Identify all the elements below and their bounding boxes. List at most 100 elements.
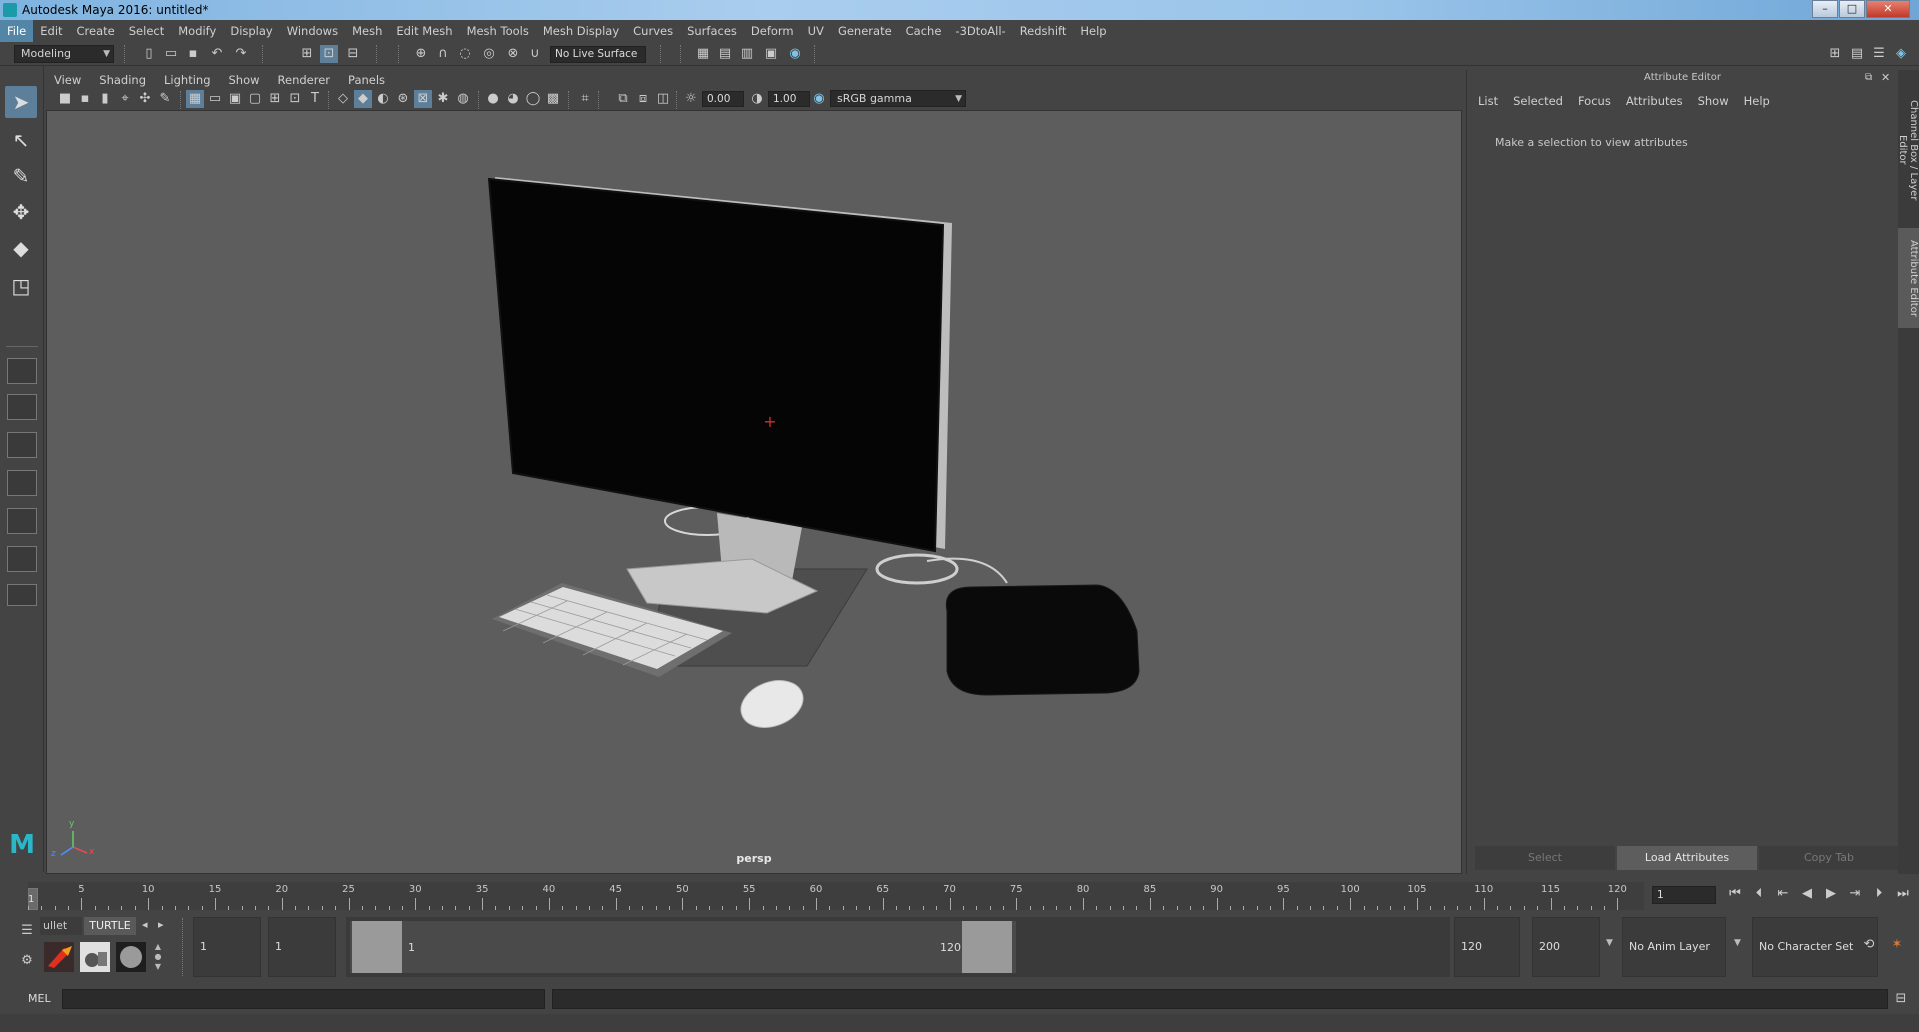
menu-mesh[interactable]: Mesh <box>345 20 389 42</box>
command-input[interactable] <box>62 989 545 1009</box>
menu-select[interactable]: Select <box>122 20 171 42</box>
float-panel-icon[interactable]: ⧉ <box>1865 72 1872 83</box>
shelf-render-setup-icon[interactable] <box>80 942 110 972</box>
attr-menu-list[interactable]: List <box>1473 94 1508 108</box>
ipr-render-icon[interactable]: ▥ <box>738 45 756 63</box>
chevron-down-icon[interactable]: ▼ <box>1734 938 1741 948</box>
hypershade-icon[interactable]: ◉ <box>786 45 804 63</box>
toggle-channel-box-icon[interactable]: ◈ <box>1892 45 1910 63</box>
ambient-occlusion-icon[interactable]: ◍ <box>454 90 472 108</box>
perspective-viewport[interactable]: + x y z persp <box>46 110 1462 874</box>
maximize-button[interactable]: □ <box>1839 0 1865 18</box>
select-hierarchy-icon[interactable]: ⊞ <box>298 45 316 63</box>
step-back-frame-icon[interactable]: ⏴ <box>1750 885 1768 903</box>
film-gate-icon[interactable]: ▭ <box>206 90 224 108</box>
shelf-menu-icon[interactable]: ☰ <box>18 922 36 940</box>
snap-live-icon[interactable]: ∪ <box>526 45 544 63</box>
step-forward-frame-icon[interactable]: ⏵ <box>1870 885 1888 903</box>
render-view-icon[interactable]: ▦ <box>694 45 712 63</box>
command-language-label[interactable]: MEL <box>28 992 51 1005</box>
color-space-dropdown[interactable]: sRGB gamma ▼ <box>830 90 966 107</box>
isolate-select-icon[interactable]: ▩ <box>544 90 562 108</box>
step-forward-key-icon[interactable]: ⇥ <box>1846 885 1864 903</box>
color-management-icon[interactable]: ◉ <box>810 90 828 108</box>
anim-layer-dropdown[interactable]: No Anim Layer <box>1622 917 1726 977</box>
playback-start-field[interactable]: 1 <box>268 917 336 977</box>
attr-menu-attributes[interactable]: Attributes <box>1621 94 1693 108</box>
safe-title-icon[interactable]: T <box>306 90 324 108</box>
play-backwards-icon[interactable]: ◀ <box>1798 885 1816 903</box>
menu-curves[interactable]: Curves <box>626 20 680 42</box>
attr-menu-selected[interactable]: Selected <box>1508 94 1573 108</box>
minimize-button[interactable]: – <box>1812 0 1838 18</box>
select-object-icon[interactable]: ⊡ <box>320 45 338 63</box>
menu-3dtoall[interactable]: -3DtoAll- <box>948 20 1012 42</box>
menu-modify[interactable]: Modify <box>171 20 223 42</box>
animation-preferences-icon[interactable]: ✶ <box>1888 936 1906 954</box>
go-to-end-icon[interactable]: ⏭ <box>1894 885 1912 903</box>
field-chart-icon[interactable]: ⊞ <box>266 90 284 108</box>
attr-menu-focus[interactable]: Focus <box>1573 94 1621 108</box>
animation-end-field[interactable]: 200 <box>1532 917 1600 977</box>
panel-menu-show[interactable]: Show <box>221 73 270 87</box>
attr-menu-help[interactable]: Help <box>1739 94 1780 108</box>
bookmark-icon[interactable]: ▮ <box>96 90 114 108</box>
menuset-dropdown[interactable]: Modeling ▼ <box>14 45 114 63</box>
select-component-icon[interactable]: ⊟ <box>344 45 362 63</box>
snap-grid-icon[interactable]: ⊕ <box>412 45 430 63</box>
step-back-key-icon[interactable]: ⇤ <box>1774 885 1792 903</box>
layout-hypershade-icon[interactable] <box>7 508 37 534</box>
layout-persp-graph-icon[interactable] <box>7 470 37 496</box>
time-slider-track[interactable]: 5 10 15 20 25 30 35 40 45 50 55 60 65 70 75 80 85 90 95 100… <box>28 882 1644 910</box>
depth-of-field-icon[interactable]: ◯ <box>524 90 542 108</box>
x-ray-icon[interactable]: ⌗ <box>576 90 594 108</box>
render-settings-icon[interactable]: ▣ <box>762 45 780 63</box>
exposure-field[interactable]: 0.00 <box>702 91 744 107</box>
camera-attributes-icon[interactable]: ▪ <box>76 90 94 108</box>
layout-single-perspective-icon[interactable] <box>7 358 37 384</box>
menu-cache[interactable]: Cache <box>899 20 949 42</box>
toggle-attribute-editor-icon[interactable]: ▤ <box>1848 45 1866 63</box>
layout-four-view-icon[interactable] <box>7 394 37 420</box>
rotate-tool-icon[interactable]: ◆ <box>5 232 37 264</box>
shelf-material-ball-icon[interactable] <box>116 942 146 972</box>
layout-persp-uv-icon[interactable] <box>7 546 37 572</box>
time-slider[interactable]: 5 10 15 20 25 30 35 40 45 50 55 60 65 70 75 80 85 90 95 100… <box>0 876 1919 914</box>
camera-icon[interactable]: ■ <box>56 90 74 108</box>
gate-mask-icon[interactable]: ▢ <box>246 90 264 108</box>
menu-mesh-tools[interactable]: Mesh Tools <box>460 20 536 42</box>
toggle-modeling-toolkit-icon[interactable]: ⊞ <box>1826 45 1844 63</box>
close-button[interactable]: ✕ <box>1866 0 1910 18</box>
redo-icon[interactable]: ↷ <box>232 45 250 63</box>
close-panel-icon[interactable]: ✕ <box>1881 71 1890 84</box>
backface-culling-icon[interactable]: ◫ <box>654 90 672 108</box>
menu-redshift[interactable]: Redshift <box>1013 20 1074 42</box>
shelf-scroll-right-icon[interactable]: ▸ <box>158 918 164 931</box>
copy-tab-button[interactable]: Copy Tab <box>1759 846 1899 870</box>
wireframe-on-shaded-icon[interactable]: ◐ <box>374 90 392 108</box>
tab-channel-box[interactable]: Channel Box / Layer Editor <box>1897 80 1919 220</box>
snap-point-icon[interactable]: ◌ <box>456 45 474 63</box>
panel-menu-shading[interactable]: Shading <box>91 73 156 87</box>
2d-pan-zoom-icon[interactable]: ✣ <box>136 90 154 108</box>
play-forwards-icon[interactable]: ▶ <box>1822 885 1840 903</box>
move-tool-icon[interactable]: ✥ <box>5 196 37 228</box>
grid-icon[interactable]: ▦ <box>186 90 204 108</box>
menu-uv[interactable]: UV <box>801 20 831 42</box>
open-scene-icon[interactable]: ▭ <box>162 45 180 63</box>
layout-persp-outliner-icon[interactable] <box>7 432 37 458</box>
panel-menu-view[interactable]: View <box>46 73 91 87</box>
gamma-icon[interactable]: ◑ <box>748 90 766 108</box>
menu-deform[interactable]: Deform <box>744 20 801 42</box>
current-frame-field[interactable]: 1 <box>1652 886 1716 904</box>
motion-blur-icon[interactable]: ● <box>484 90 502 108</box>
undo-icon[interactable]: ↶ <box>208 45 226 63</box>
live-surface-field[interactable]: No Live Surface <box>550 46 646 63</box>
chevron-down-icon[interactable]: ▼ <box>1606 938 1613 948</box>
shelf-settings-icon[interactable]: ⚙ <box>18 952 36 970</box>
animation-start-field[interactable]: 1 <box>193 917 261 977</box>
shelf-tab-bullet[interactable]: ullet <box>40 917 82 935</box>
menu-windows[interactable]: Windows <box>280 20 345 42</box>
range-slider[interactable]: 1 120 <box>350 921 1016 973</box>
menu-create[interactable]: Create <box>70 20 122 42</box>
